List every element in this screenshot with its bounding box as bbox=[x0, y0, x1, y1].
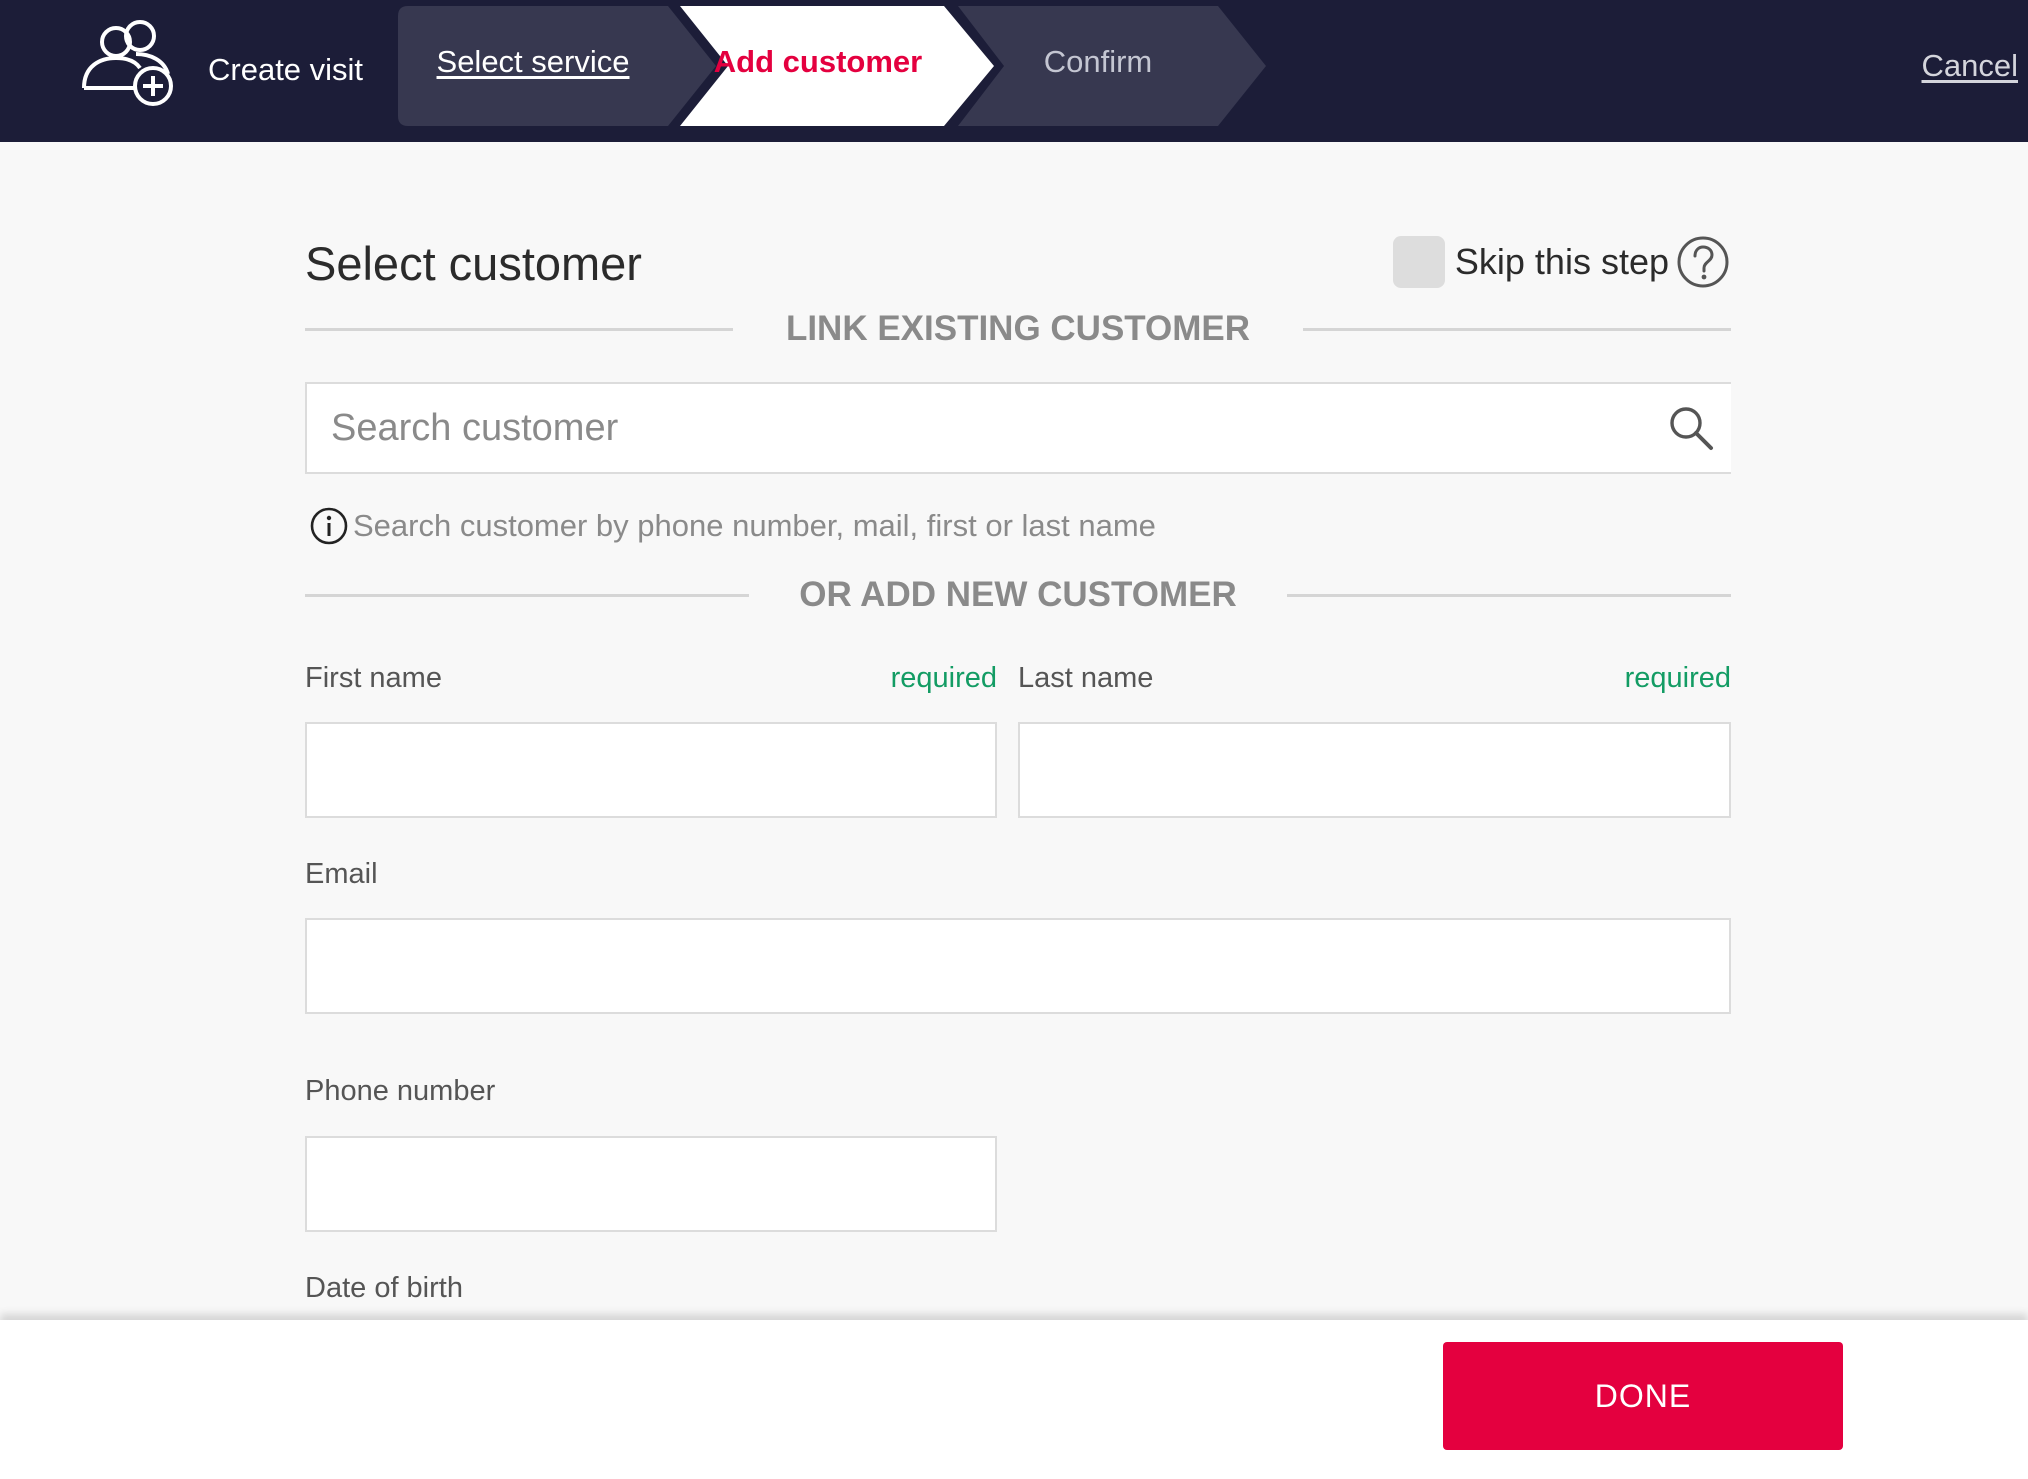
info-icon bbox=[310, 507, 348, 545]
last-name-field[interactable] bbox=[1018, 722, 1731, 818]
search-box bbox=[305, 382, 1731, 474]
skip-step-control: Skip this step bbox=[1392, 232, 1731, 292]
last-name-label: Last name bbox=[1018, 662, 1154, 694]
first-name-field[interactable] bbox=[305, 722, 997, 818]
divider-line bbox=[1287, 594, 1731, 597]
step-add-customer: Add customer bbox=[713, 44, 923, 79]
app-title: Create visit bbox=[208, 52, 364, 87]
search-customer-input[interactable] bbox=[331, 384, 1661, 472]
search-hint: Search customer by phone number, mail, f… bbox=[309, 504, 1156, 548]
wizard-stepper: Select service Add customer Confirm bbox=[398, 6, 1278, 126]
done-button[interactable]: DONE bbox=[1443, 1342, 1843, 1450]
bottom-action-bar: DONE bbox=[0, 1320, 2028, 1479]
first-name-label: First name bbox=[305, 662, 442, 694]
search-icon[interactable] bbox=[1667, 404, 1715, 452]
email-label: Email bbox=[305, 858, 378, 890]
first-name-required-tag: required bbox=[890, 662, 997, 694]
step-confirm: Confirm bbox=[1043, 44, 1153, 79]
page-title: Select customer bbox=[305, 237, 642, 290]
link-existing-divider: LINK EXISTING CUSTOMER bbox=[305, 304, 1731, 354]
date-of-birth-label: Date of birth bbox=[305, 1272, 463, 1304]
divider-line bbox=[1303, 328, 1731, 331]
last-name-required-tag: required bbox=[1624, 662, 1731, 694]
top-bar: Create visit Select service Add customer… bbox=[0, 0, 2028, 142]
add-new-divider: OR ADD NEW CUSTOMER bbox=[305, 570, 1731, 620]
skip-step-checkbox[interactable] bbox=[1392, 236, 1445, 288]
question-circle-icon[interactable] bbox=[1675, 234, 1731, 290]
step-select-service[interactable]: Select service bbox=[398, 6, 668, 126]
skip-step-label[interactable]: Skip this step bbox=[1455, 241, 1669, 283]
people-add-icon bbox=[82, 20, 173, 106]
phone-number-label: Phone number bbox=[305, 1075, 496, 1107]
search-hint-text: Search customer by phone number, mail, f… bbox=[353, 508, 1156, 543]
cancel-link[interactable]: Cancel bbox=[1922, 46, 2019, 86]
customer-form: Select customer Skip this step LINK EXIS… bbox=[305, 142, 1731, 1320]
email-field[interactable] bbox=[305, 918, 1731, 1014]
phone-number-field[interactable] bbox=[305, 1136, 997, 1232]
